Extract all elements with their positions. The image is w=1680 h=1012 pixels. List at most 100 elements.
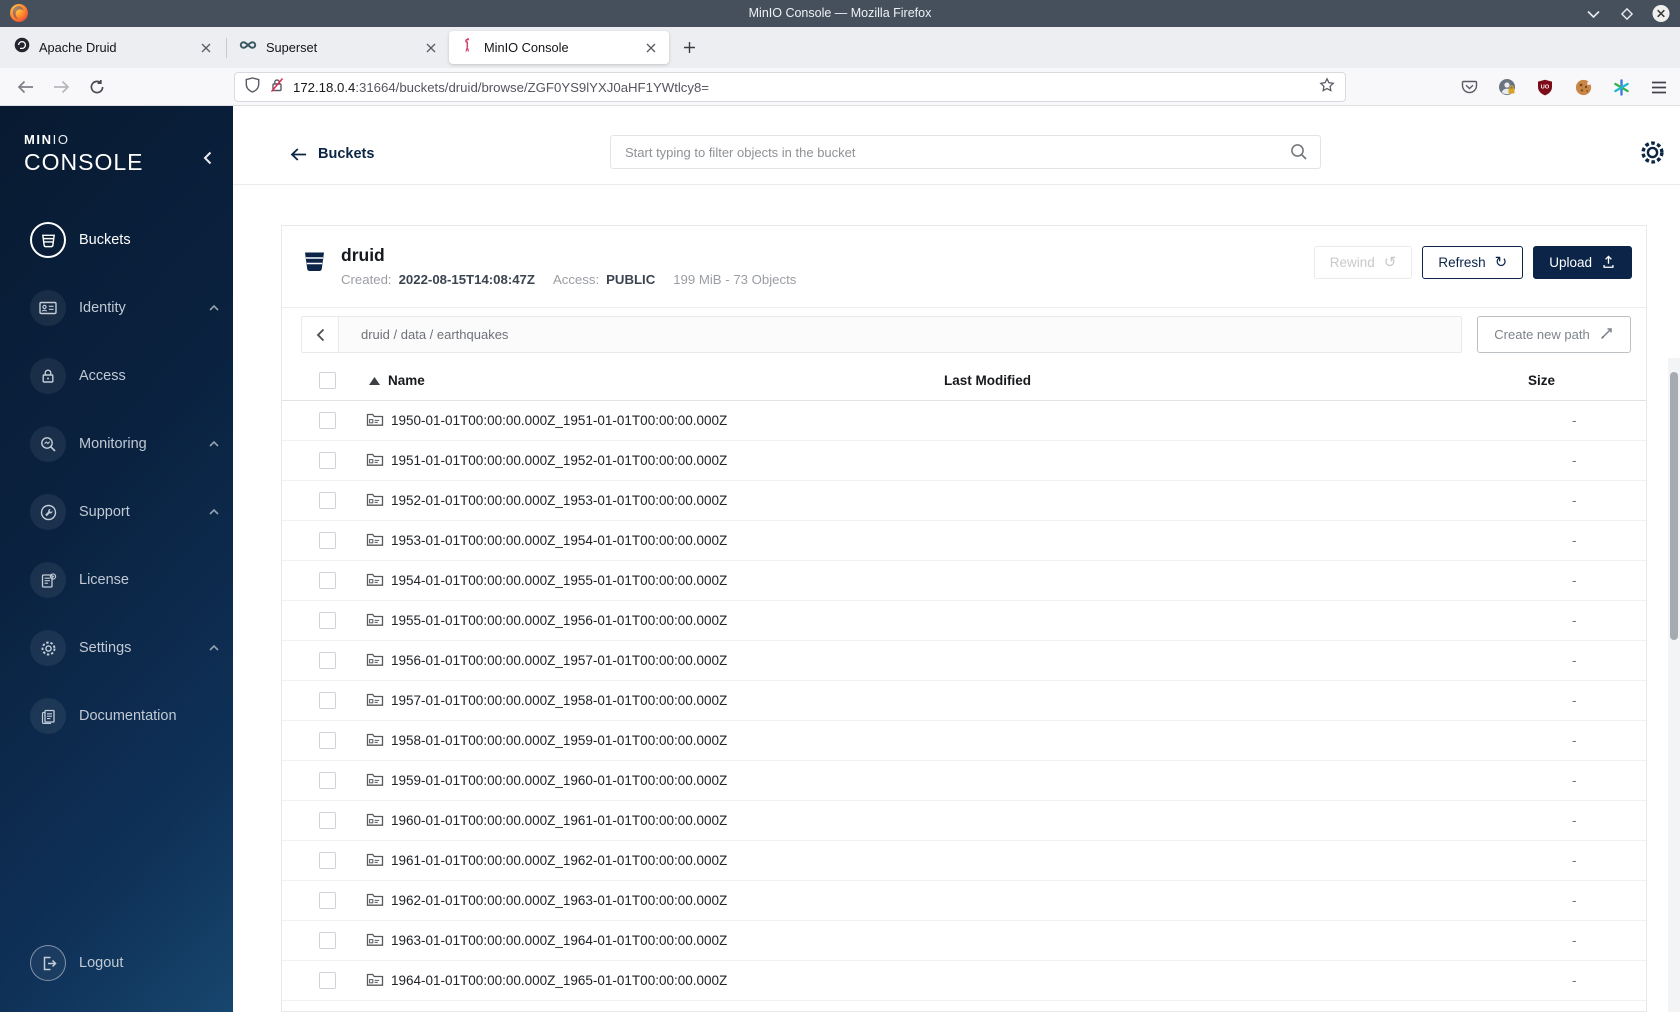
object-name-cell[interactable]: 1950-01-01T00:00:00.000Z_1951-01-01T00:0… [338,412,944,430]
sidebar-item-access[interactable]: Access [30,358,219,394]
row-checkbox[interactable] [319,732,336,749]
menu-hamburger-icon[interactable] [1646,75,1672,99]
tab-close-icon[interactable] [196,38,216,58]
forward-button-icon[interactable] [48,75,74,99]
breadcrumb-back-icon[interactable] [302,317,339,352]
tab-apache-druid[interactable]: Apache Druid [4,31,224,64]
bookmark-star-icon[interactable] [1319,76,1335,98]
row-checkbox[interactable] [319,892,336,909]
refresh-button[interactable]: Refresh ↻ [1422,246,1524,279]
object-row[interactable]: 1961-01-01T00:00:00.000Z_1962-01-01T00:0… [282,841,1646,881]
row-checkbox[interactable] [319,852,336,869]
object-row[interactable]: 1963-01-01T00:00:00.000Z_1964-01-01T00:0… [282,921,1646,961]
chevron-up-icon[interactable] [209,305,219,311]
account-icon[interactable] [1494,75,1520,99]
object-name-cell[interactable]: 1963-01-01T00:00:00.000Z_1964-01-01T00:0… [338,932,944,950]
sidebar-item-monitoring[interactable]: Monitoring [30,426,219,462]
reload-button-icon[interactable] [84,75,110,99]
column-header-last-modified[interactable]: Last Modified [944,373,1528,388]
sidebar-item-logout[interactable]: Logout [30,945,219,981]
tab-close-icon[interactable] [421,38,441,58]
object-row[interactable]: 1959-01-01T00:00:00.000Z_1960-01-01T00:0… [282,761,1646,801]
sidebar-item-support[interactable]: Support [30,494,219,530]
object-row[interactable]: 1962-01-01T00:00:00.000Z_1963-01-01T00:0… [282,881,1646,921]
object-name-cell[interactable]: 1964-01-01T00:00:00.000Z_1965-01-01T00:0… [338,972,944,990]
pocket-icon[interactable] [1456,75,1482,99]
column-header-name[interactable]: Name [338,373,944,388]
object-name-cell[interactable]: 1961-01-01T00:00:00.000Z_1962-01-01T00:0… [338,852,944,870]
object-row[interactable]: 1954-01-01T00:00:00.000Z_1955-01-01T00:0… [282,561,1646,601]
row-checkbox[interactable] [319,812,336,829]
row-checkbox[interactable] [319,772,336,789]
row-checkbox[interactable] [319,492,336,509]
object-row[interactable]: 1951-01-01T00:00:00.000Z_1952-01-01T00:0… [282,441,1646,481]
breadcrumb-path[interactable]: druid / data / earthquakes [339,327,508,342]
back-button-icon[interactable] [12,75,38,99]
insecure-lock-icon[interactable] [269,77,285,98]
object-row[interactable]: 1958-01-01T00:00:00.000Z_1959-01-01T00:0… [282,721,1646,761]
row-checkbox[interactable] [319,532,336,549]
row-checkbox[interactable] [319,652,336,669]
chevron-up-icon[interactable] [209,645,219,651]
object-name-cell[interactable]: 1954-01-01T00:00:00.000Z_1955-01-01T00:0… [338,572,944,590]
sidebar-item-buckets[interactable]: Buckets [30,222,219,258]
object-row[interactable]: 1950-01-01T00:00:00.000Z_1951-01-01T00:0… [282,401,1646,441]
rewind-button[interactable]: Rewind ↺ [1313,246,1413,279]
object-name-cell[interactable]: 1959-01-01T00:00:00.000Z_1960-01-01T00:0… [338,772,944,790]
row-checkbox[interactable] [319,412,336,429]
upload-button[interactable]: Upload [1533,246,1632,279]
object-row[interactable]: 1960-01-01T00:00:00.000Z_1961-01-01T00:0… [282,801,1646,841]
tab-superset[interactable]: Superset [229,31,449,64]
new-tab-icon[interactable] [675,34,703,62]
chevron-up-icon[interactable] [209,441,219,447]
tab-bar: Apache Druid Superset MinIO Console [0,27,1680,68]
object-row[interactable]: 1964-01-01T00:00:00.000Z_1965-01-01T00:0… [282,961,1646,1001]
window-minimize-icon[interactable] [1584,5,1602,23]
window-close-icon[interactable] [1652,4,1670,23]
object-name-cell[interactable]: 1953-01-01T00:00:00.000Z_1954-01-01T00:0… [338,532,944,550]
bucket-settings-gear-icon[interactable] [1638,138,1666,166]
window-maximize-icon[interactable] [1618,5,1636,23]
support-wrench-icon [30,494,66,530]
select-all-checkbox[interactable] [319,372,336,389]
object-name-cell[interactable]: 1962-01-01T00:00:00.000Z_1963-01-01T00:0… [338,892,944,910]
sidebar-item-documentation[interactable]: Documentation [30,698,219,734]
object-row[interactable]: 1952-01-01T00:00:00.000Z_1953-01-01T00:0… [282,481,1646,521]
back-to-buckets-link[interactable]: Buckets [290,146,374,162]
row-checkbox[interactable] [319,452,336,469]
object-row[interactable]: 1956-01-01T00:00:00.000Z_1957-01-01T00:0… [282,641,1646,681]
object-name-cell[interactable]: 1957-01-01T00:00:00.000Z_1958-01-01T00:0… [338,692,944,710]
row-checkbox[interactable] [319,932,336,949]
tab-close-icon[interactable] [641,38,661,58]
object-name-cell[interactable]: 1956-01-01T00:00:00.000Z_1957-01-01T00:0… [338,652,944,670]
tab-minio-console[interactable]: MinIO Console [449,31,669,64]
object-row[interactable]: 1953-01-01T00:00:00.000Z_1954-01-01T00:0… [282,521,1646,561]
sidebar-item-label: Monitoring [79,436,147,452]
row-checkbox[interactable] [319,972,336,989]
search-input[interactable] [610,135,1321,169]
object-name-cell[interactable]: 1952-01-01T00:00:00.000Z_1953-01-01T00:0… [338,492,944,510]
url-bar[interactable]: 172.18.0.4:31664/buckets/druid/browse/ZG… [234,72,1346,102]
object-name-cell[interactable]: 1960-01-01T00:00:00.000Z_1961-01-01T00:0… [338,812,944,830]
tracking-shield-icon[interactable] [245,76,260,98]
cookie-icon[interactable] [1570,75,1596,99]
object-row[interactable]: 1955-01-01T00:00:00.000Z_1956-01-01T00:0… [282,601,1646,641]
create-new-path-button[interactable]: Create new path [1477,316,1631,353]
row-checkbox[interactable] [319,692,336,709]
extension-asterisk-icon[interactable] [1608,75,1634,99]
sidebar-item-license[interactable]: License [30,562,219,598]
sidebar-item-settings[interactable]: Settings [30,630,219,666]
row-checkbox[interactable] [319,612,336,629]
object-name-cell[interactable]: 1955-01-01T00:00:00.000Z_1956-01-01T00:0… [338,612,944,630]
object-table-header: Name Last Modified Size [282,361,1646,401]
sidebar-collapse-icon[interactable] [197,148,217,168]
chevron-up-icon[interactable] [209,509,219,515]
object-name-cell[interactable]: 1958-01-01T00:00:00.000Z_1959-01-01T00:0… [338,732,944,750]
object-row[interactable]: 1957-01-01T00:00:00.000Z_1958-01-01T00:0… [282,681,1646,721]
row-checkbox[interactable] [319,572,336,589]
column-header-size[interactable]: Size [1528,373,1646,388]
ublock-origin-icon[interactable]: UO [1532,75,1558,99]
sidebar-item-identity[interactable]: Identity [30,290,219,326]
scrollbar-thumb[interactable] [1670,372,1678,640]
object-name-cell[interactable]: 1951-01-01T00:00:00.000Z_1952-01-01T00:0… [338,452,944,470]
